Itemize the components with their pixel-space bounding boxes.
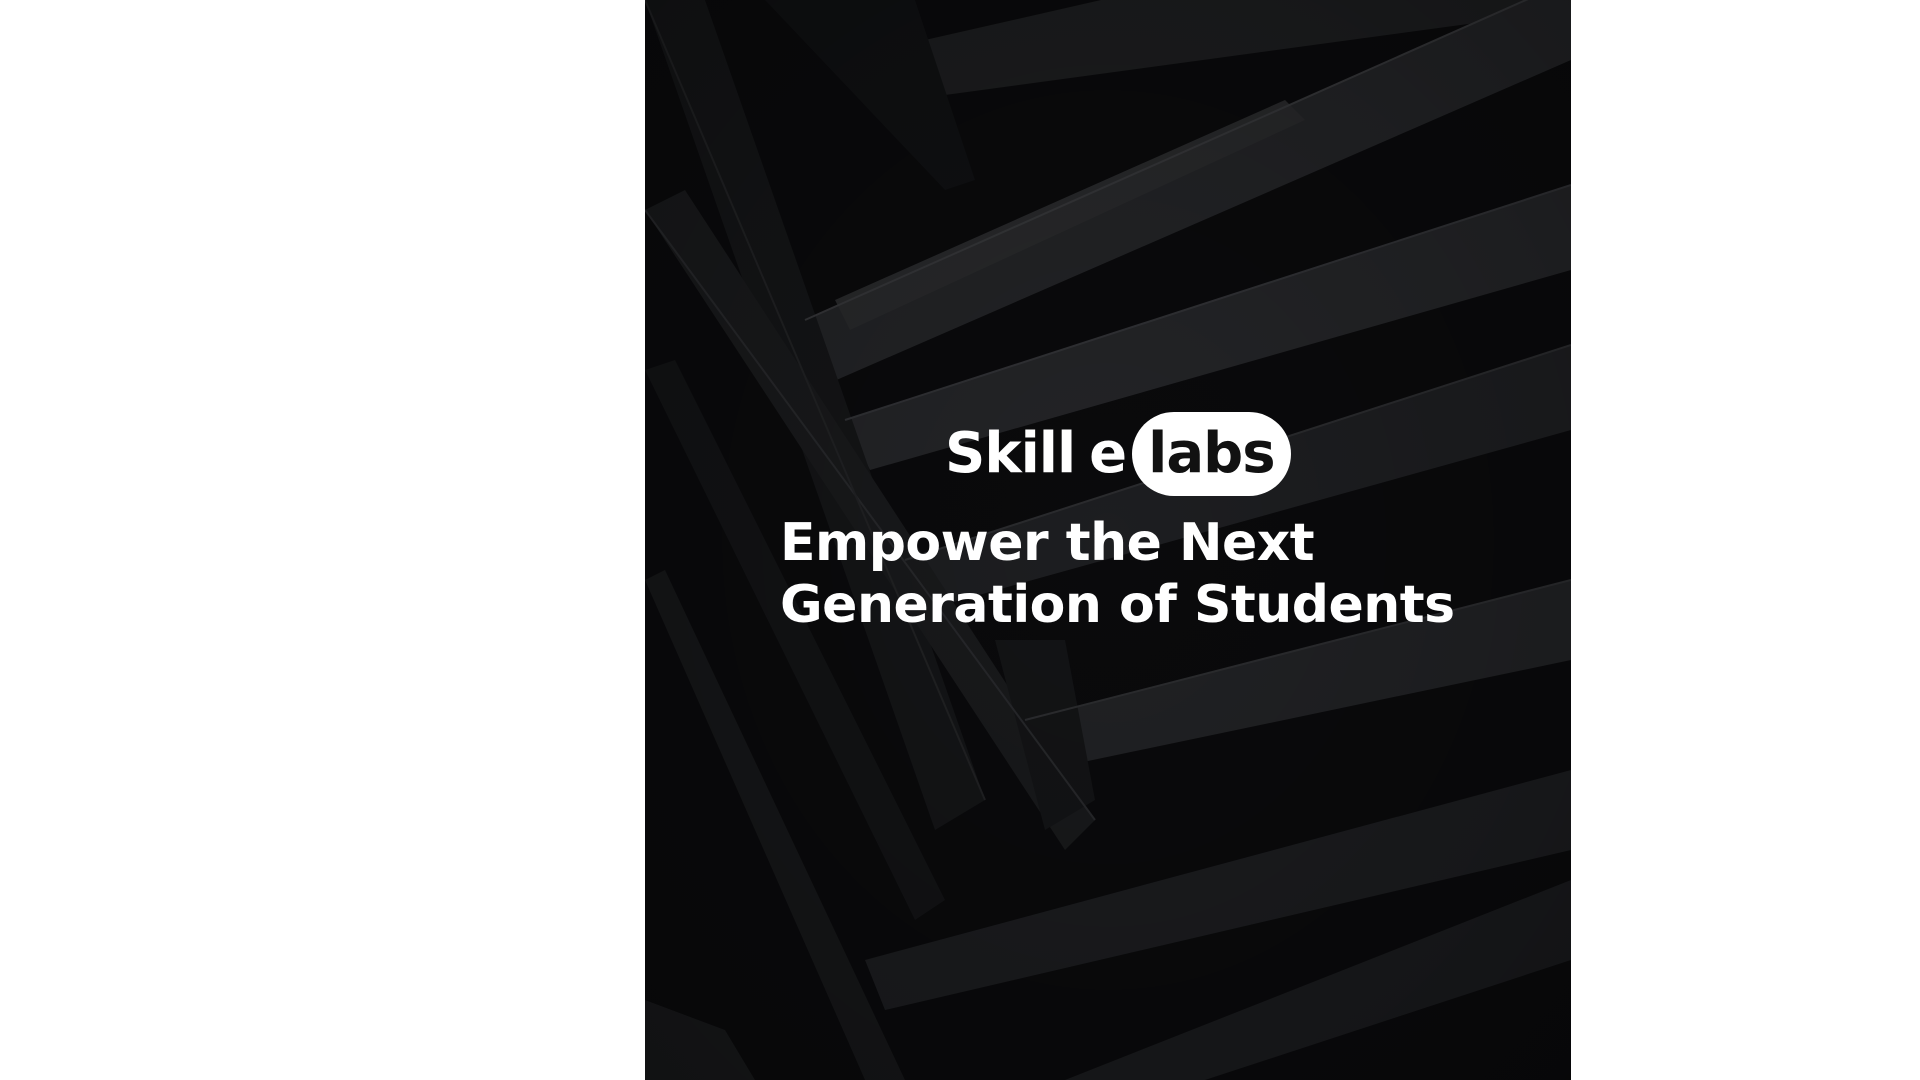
logo-word: Skill: [945, 421, 1076, 486]
logo-pill: labs: [1132, 412, 1291, 496]
cover-headline: Empower the Next Generation of Students: [780, 512, 1540, 636]
canvas: Skill e labs Empower the Next Generation…: [0, 0, 1920, 1080]
cover-page: Skill e labs Empower the Next Generation…: [645, 0, 1571, 1080]
headline-line-1: Empower the Next: [780, 513, 1315, 573]
brand-logo: Skill e labs: [945, 412, 1291, 496]
logo-letter: e: [1089, 421, 1127, 486]
headline-line-2: Generation of Students: [780, 575, 1455, 635]
